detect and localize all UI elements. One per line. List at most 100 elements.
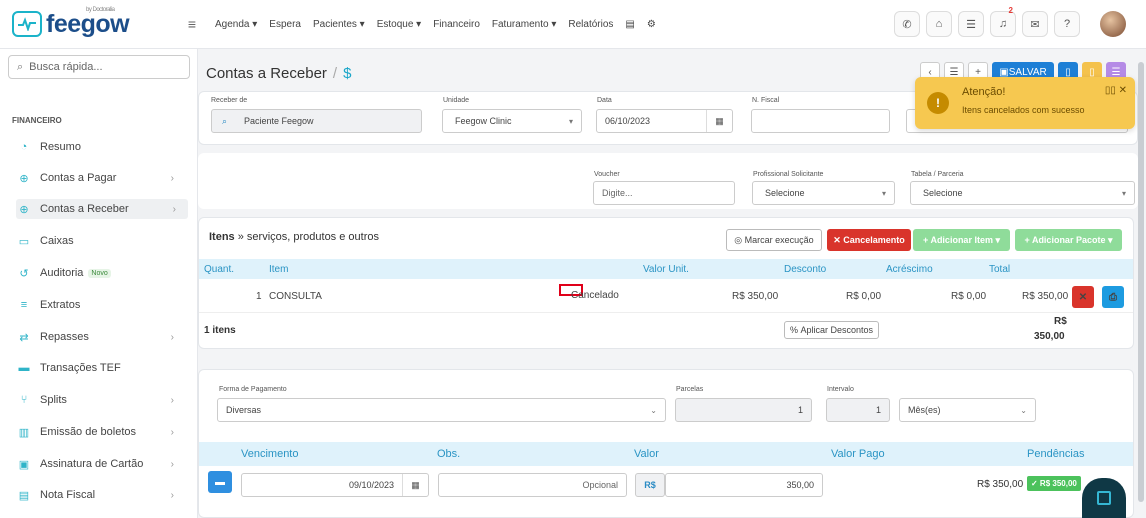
nav-pacientes[interactable]: Pacientes ▾ [313,19,365,30]
save-label: SALVAR [1008,66,1047,78]
brand-logo[interactable]: feegow by Doctoralia [12,7,177,39]
extra-fields-form: Voucher Digite... Profissional Solicitan… [198,153,1138,209]
nav-espera[interactable]: Espera [269,19,301,30]
parcelas-input[interactable]: 1 [675,398,812,422]
nav-agenda[interactable]: Agenda ▾ [215,19,257,30]
tabela-select[interactable]: Selecione ▾ [910,181,1135,205]
vencimento-field[interactable]: 09/10/2023 ▦ [241,473,429,497]
page-title-text: Contas a Receber [206,65,327,82]
print-row-button[interactable]: ⎙ [1102,286,1124,308]
add-package-button[interactable]: + Adicionar Pacote ▾ [1015,229,1122,251]
sidebar-item-caixas[interactable]: ▭ Caixas [16,231,186,251]
check-circle-icon: ◎ [734,234,745,245]
sidebar-item-boletos[interactable]: ▥ Emissão de boletos › [16,422,186,442]
sidebar: ⌕ Busca rápida... FINANCEIRO ◔ Resumo ⊕ … [0,49,198,518]
date-field[interactable]: 06/10/2023 ▦ [596,109,733,133]
add-item-button[interactable]: + Adicionar Item ▾ [913,229,1010,251]
status-badge: Cancelado [559,284,619,301]
calendar-icon[interactable]: ▦ [402,474,428,496]
sidebar-item-auditoria[interactable]: ↺ Auditoria Novo [16,263,186,283]
col-acrescimo: Acréscimo [886,264,933,275]
plus-circle-icon: ⊕ [19,172,29,185]
forma-select[interactable]: Diversas ⌄ [217,398,666,422]
sidebar-item-label: Caixas [40,235,74,247]
quick-search-input[interactable]: ⌕ Busca rápida... [8,55,190,79]
delete-row-button[interactable]: ✕ [1072,286,1094,308]
add-package-label: + Adicionar Pacote ▾ [1024,234,1113,245]
currency-prefix-text: R$ [644,480,656,490]
intervalo-value: 1 [875,405,881,415]
document-icon: ▤ [18,489,30,502]
sidebar-item-contas-pagar[interactable]: ⊕ Contas a Pagar › [16,168,186,188]
page-scrollbar[interactable] [1138,62,1144,502]
sidebar-item-repasses[interactable]: ⇄ Repasses › [16,327,186,347]
inbox-icon[interactable]: ⌂ [926,11,952,37]
currency-symbol: $ [343,65,352,82]
profissional-select[interactable]: Selecione ▾ [752,181,895,205]
col-valor: Valor [634,448,659,460]
nfiscal-field[interactable] [751,109,890,133]
help-icon[interactable]: ? [1054,11,1080,37]
database-icon[interactable]: ▤ [625,19,634,30]
menu-icon[interactable]: ≡ [181,16,203,32]
top-navigation: Agenda ▾ Espera Pacientes ▾ Estoque ▾ Fi… [215,19,656,30]
close-icon: ✕ [1078,291,1088,303]
items-card: Itens » serviços, produtos e outros ◎ Ma… [198,217,1134,349]
list-icon: ≡ [20,299,28,311]
sidebar-item-assinatura[interactable]: ▣ Assinatura de Cartão › [16,454,186,474]
receber-de-field[interactable]: ⌕ Paciente Feegow [211,109,422,133]
items-toolbar: Itens » serviços, produtos e outros ◎ Ma… [199,218,1133,256]
row-valor: R$ 350,00 [732,291,779,302]
sidebar-item-label: Resumo [40,141,81,153]
intervalo-label: Intervalo [827,386,854,393]
obs-input[interactable]: Opcional [438,473,627,497]
floating-chat-button[interactable] [1082,478,1126,518]
tasks-icon[interactable]: ☰ [958,11,984,37]
periodo-select[interactable]: Mês(es) ⌄ [899,398,1036,422]
barcode-icon: ▥ [18,426,30,439]
nav-estoque[interactable]: Estoque ▾ [377,19,422,30]
voucher-input[interactable]: Digite... [593,181,735,205]
currency-prefix: R$ [635,473,665,497]
nfiscal-label: N. Fiscal [752,97,780,104]
sidebar-item-label: Nota Fiscal [40,489,96,501]
settings-icon[interactable]: ⚙ [647,19,656,30]
avatar[interactable] [1100,11,1126,37]
apply-discounts-button[interactable]: % Aplicar Descontos [784,321,879,339]
sidebar-item-nota-fiscal[interactable]: ▤ Nota Fiscal › [16,485,186,505]
sidebar-item-label: Extratos [40,299,81,311]
add-item-label: + Adicionar Item ▾ [923,234,1000,245]
nav-relatorios[interactable]: Relatórios [568,19,613,30]
items-subtitle: » serviços, produtos e outros [237,231,379,243]
sidebar-item-transacoes-tef[interactable]: ▬ Transações TEF [16,358,186,378]
close-icon[interactable]: ▯▯ ✕ [1105,85,1127,96]
unidade-value: Feegow Clinic [455,116,512,126]
apply-discounts-label: Aplicar Descontos [800,325,874,335]
transfer-icon: ⇄ [19,331,29,344]
installment-card-button[interactable]: ▬ [208,471,232,493]
nav-financeiro[interactable]: Financeiro [433,19,480,30]
nav-faturamento[interactable]: Faturamento ▾ [492,19,557,30]
phone-icon[interactable]: ✆ [894,11,920,37]
calendar-icon[interactable]: ▦ [706,110,732,132]
intervalo-input[interactable]: 1 [826,398,890,422]
bell-icon[interactable]: ♫ 2 [990,6,1016,37]
cancel-label: Cancelamento [843,235,905,245]
items-title: Itens » serviços, produtos e outros [209,231,379,243]
chat-icon[interactable]: ✉ [1022,11,1048,37]
mark-execution-label: Marcar execução [744,235,814,245]
page-title: Contas a Receber / $ [206,65,352,82]
sidebar-item-contas-receber[interactable]: ⊕ Contas a Receber › [16,199,188,219]
mark-execution-button[interactable]: ◎ Marcar execução [726,229,822,251]
parcelas-value: 1 [797,405,803,415]
col-pendencias: Pendências [1027,448,1085,460]
sidebar-item-extratos[interactable]: ≡ Extratos [16,295,186,315]
cancel-items-button[interactable]: ✕ Cancelamento [827,229,911,251]
valor-input[interactable]: 350,00 [665,473,823,497]
sidebar-item-resumo[interactable]: ◔ Resumo [16,137,186,157]
sidebar-item-splits[interactable]: ⑂ Splits › [16,390,186,410]
col-item: Item [269,264,289,275]
unidade-select[interactable]: Feegow Clinic ▾ [442,109,582,133]
search-icon: ⌕ [17,60,24,73]
status-text: Cancelado [571,290,619,301]
